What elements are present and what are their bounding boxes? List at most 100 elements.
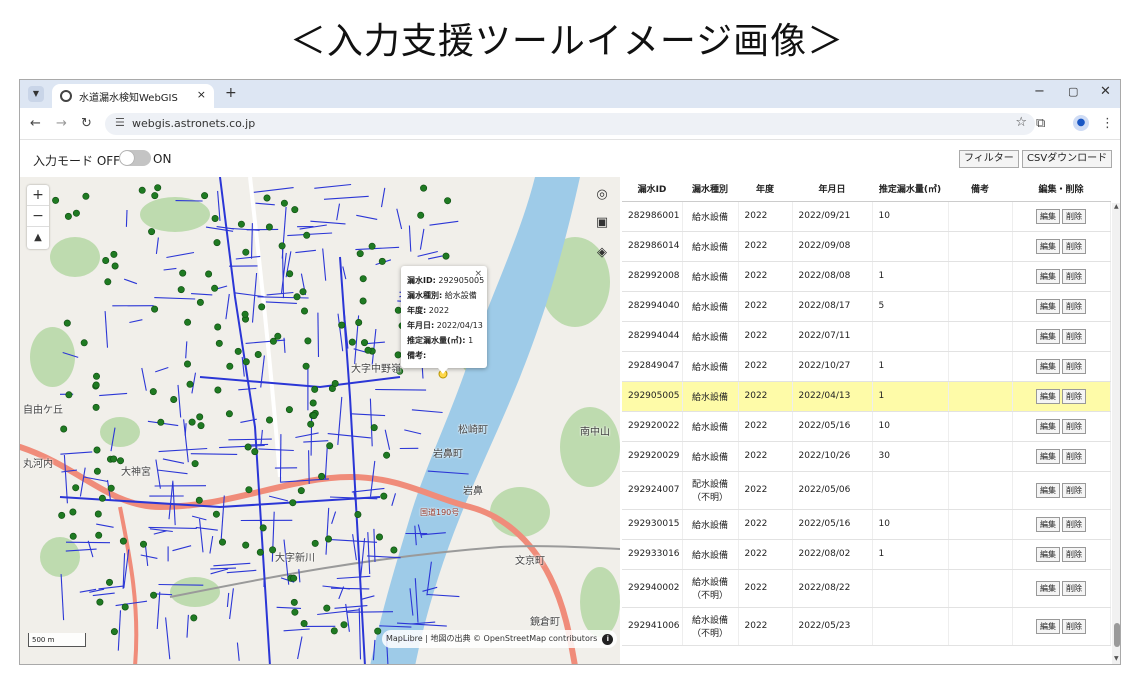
leak-marker[interactable]: [285, 406, 293, 414]
delete-button[interactable]: 削除: [1062, 618, 1086, 634]
delete-button[interactable]: 削除: [1062, 238, 1086, 254]
leak-marker[interactable]: [150, 591, 158, 599]
leak-marker[interactable]: [274, 332, 282, 340]
leak-marker[interactable]: [52, 196, 60, 204]
leak-marker[interactable]: [140, 540, 148, 548]
leak-marker[interactable]: [251, 448, 259, 456]
maximize-button[interactable]: ▢: [1068, 85, 1078, 98]
leak-marker[interactable]: [188, 418, 196, 426]
leak-marker[interactable]: [354, 510, 362, 518]
leak-marker[interactable]: [338, 321, 346, 329]
leak-marker[interactable]: [324, 535, 332, 543]
delete-button[interactable]: 削除: [1062, 482, 1086, 498]
leak-marker[interactable]: [58, 511, 66, 519]
delete-button[interactable]: 削除: [1062, 448, 1086, 464]
edit-button[interactable]: 編集: [1036, 618, 1060, 634]
leak-marker[interactable]: [383, 451, 391, 459]
leak-marker[interactable]: [290, 574, 298, 582]
leak-marker[interactable]: [289, 499, 297, 507]
table-row[interactable]: 292920029 給水設備 2022 2022/10/26 30 編集 削除: [622, 441, 1111, 472]
leak-marker[interactable]: [375, 533, 383, 541]
leak-marker[interactable]: [214, 323, 222, 331]
leak-marker[interactable]: [69, 508, 77, 516]
leak-marker[interactable]: [191, 460, 199, 468]
zoom-out-button[interactable]: −: [27, 206, 49, 227]
new-tab-button[interactable]: +: [225, 85, 237, 101]
col-header-note[interactable]: 備考: [948, 177, 1012, 202]
leak-marker[interactable]: [442, 252, 450, 260]
leak-marker[interactable]: [286, 270, 294, 278]
leak-marker[interactable]: [196, 298, 204, 306]
map-view[interactable]: 大字中野嶺 自由ケ丘 丸河内 大神宮 松崎町 岩鼻町 岩鼻 南中山 文京町 鏡倉…: [20, 177, 620, 664]
csv-download-button[interactable]: CSVダウンロード: [1022, 150, 1113, 168]
leak-marker[interactable]: [111, 262, 119, 270]
leak-marker[interactable]: [102, 257, 110, 265]
leak-marker[interactable]: [69, 532, 77, 540]
col-header-volume[interactable]: 推定漏水量(㎥): [872, 177, 948, 202]
table-row[interactable]: 282986001 給水設備 2022 2022/09/21 10 編集 削除: [622, 201, 1111, 232]
menu-dots-icon[interactable]: ⋮: [1101, 116, 1114, 131]
edit-button[interactable]: 編集: [1036, 516, 1060, 532]
col-header-year[interactable]: 年度: [738, 177, 792, 202]
minimize-button[interactable]: −: [1034, 84, 1045, 99]
leak-marker[interactable]: [138, 186, 146, 194]
leak-marker[interactable]: [64, 212, 72, 220]
leak-marker[interactable]: [265, 223, 273, 231]
leak-marker[interactable]: [290, 598, 298, 606]
leak-marker[interactable]: [219, 538, 227, 546]
leak-marker[interactable]: [205, 270, 213, 278]
attribution-text[interactable]: MapLibre | 地図の出典 © OpenStreetMap contrib…: [386, 634, 597, 643]
leak-marker[interactable]: [151, 192, 159, 200]
leak-marker[interactable]: [211, 214, 219, 222]
leak-marker[interactable]: [378, 257, 386, 265]
leak-marker[interactable]: [110, 455, 118, 463]
edit-button[interactable]: 編集: [1036, 298, 1060, 314]
leak-marker[interactable]: [374, 627, 382, 635]
leak-marker[interactable]: [323, 604, 331, 612]
scroll-up-icon[interactable]: ▲: [1114, 203, 1119, 210]
leak-marker[interactable]: [356, 250, 364, 258]
leak-marker[interactable]: [119, 537, 127, 545]
leak-marker[interactable]: [291, 608, 299, 616]
edit-button[interactable]: 編集: [1036, 418, 1060, 434]
browser-tab[interactable]: 水道漏水検知WebGIS ×: [52, 84, 214, 108]
edit-button[interactable]: 編集: [1036, 448, 1060, 464]
table-row[interactable]: 292924007 配水設備 （不明） 2022 2022/05/06 編集 削除: [622, 471, 1111, 510]
leak-marker[interactable]: [60, 425, 68, 433]
delete-button[interactable]: 削除: [1062, 388, 1086, 404]
table-row[interactable]: 282992008 給水設備 2022 2022/08/08 1 編集 削除: [622, 261, 1111, 292]
delete-button[interactable]: 削除: [1062, 580, 1086, 596]
leak-marker[interactable]: [242, 248, 250, 256]
scroll-thumb[interactable]: [1114, 623, 1120, 647]
leak-marker[interactable]: [269, 337, 277, 345]
leak-marker[interactable]: [211, 284, 219, 292]
table-row[interactable]: 282994044 給水設備 2022 2022/07/11 編集 削除: [622, 321, 1111, 352]
url-text[interactable]: webgis.astronets.co.jp: [132, 117, 255, 130]
leak-marker[interactable]: [72, 484, 80, 492]
leak-marker[interactable]: [121, 603, 129, 611]
leak-marker[interactable]: [302, 362, 310, 370]
leak-marker[interactable]: [245, 486, 253, 494]
leak-marker[interactable]: [300, 619, 308, 627]
back-arrow-icon[interactable]: ←: [30, 116, 41, 131]
leak-marker[interactable]: [390, 546, 398, 554]
leak-marker[interactable]: [215, 339, 223, 347]
leak-marker[interactable]: [355, 319, 363, 327]
leak-marker[interactable]: [93, 467, 101, 475]
leak-marker[interactable]: [80, 339, 88, 347]
leak-marker[interactable]: [359, 275, 367, 283]
leak-marker[interactable]: [212, 510, 220, 518]
table-row[interactable]: 292905005 給水設備 2022 2022/04/13 1 編集 削除: [622, 381, 1111, 412]
leak-marker[interactable]: [417, 211, 425, 219]
leak-marker[interactable]: [309, 399, 317, 407]
delete-button[interactable]: 削除: [1062, 358, 1086, 374]
leak-marker[interactable]: [148, 228, 156, 236]
table-row[interactable]: 292920022 給水設備 2022 2022/05/16 10 編集 削除: [622, 411, 1111, 442]
table-row[interactable]: 282994040 給水設備 2022 2022/08/17 5 編集 削除: [622, 291, 1111, 322]
edit-button[interactable]: 編集: [1036, 482, 1060, 498]
leak-marker[interactable]: [300, 307, 308, 315]
table-row[interactable]: 292849047 給水設備 2022 2022/10/27 1 編集 削除: [622, 351, 1111, 382]
delete-button[interactable]: 削除: [1062, 268, 1086, 284]
delete-button[interactable]: 削除: [1062, 298, 1086, 314]
window-close-button[interactable]: ✕: [1100, 84, 1111, 99]
